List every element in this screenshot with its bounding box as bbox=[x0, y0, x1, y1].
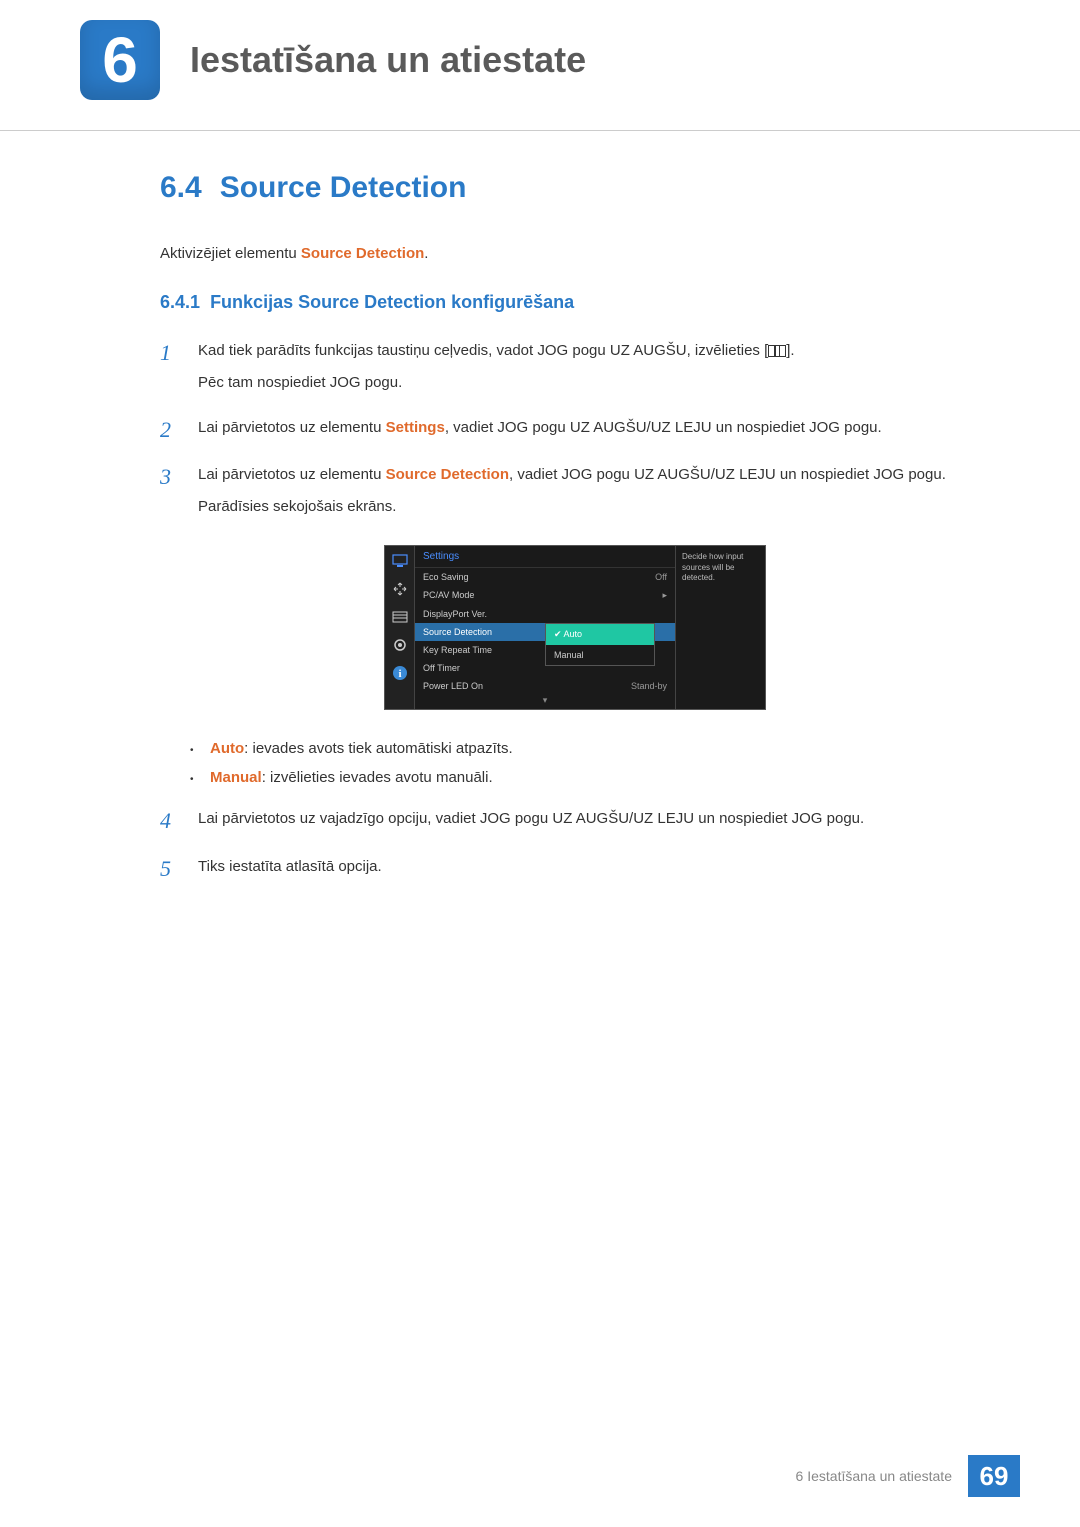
section-title: Source Detection bbox=[220, 171, 467, 204]
osd-label: Off Timer bbox=[423, 663, 460, 673]
osd-label: Key Repeat Time bbox=[423, 645, 492, 655]
osd-help-text: Decide how input sources will be detecte… bbox=[675, 546, 765, 709]
step-number: 4 bbox=[160, 802, 190, 839]
steps-list-cont: 4 Lai pārvietotos uz vajadzīgo opciju, v… bbox=[160, 806, 990, 887]
osd-sidebar: i bbox=[385, 546, 415, 709]
monitor-icon bbox=[391, 552, 409, 570]
step-1-text-b: ]. bbox=[786, 342, 794, 359]
intro-keyword: Source Detection bbox=[301, 245, 424, 262]
bullet-manual: Manual: izvēlieties ievades avotu manuāl… bbox=[190, 769, 990, 786]
osd-row-eco: Eco Saving Off bbox=[415, 568, 675, 586]
subsection-title: Funkcijas Source Detection konfigurēšana bbox=[210, 292, 574, 312]
step-4-text: Lai pārvietotos uz vajadzīgo opciju, vad… bbox=[198, 806, 864, 832]
step-number: 1 bbox=[160, 334, 190, 371]
step-number: 2 bbox=[160, 411, 190, 448]
page-content: 6.4 Source Detection Aktivizējiet element… bbox=[0, 171, 1080, 887]
step-4: 4 Lai pārvietotos uz vajadzīgo opciju, v… bbox=[160, 806, 990, 839]
step-1: 1 Kad tiek parādīts funkcijas taustiņu c… bbox=[160, 338, 990, 401]
osd-row-powerled: Power LED On Stand-by bbox=[415, 677, 675, 695]
menu-icon bbox=[768, 345, 786, 357]
chapter-title: Iestatīšana un atiestate bbox=[190, 39, 586, 81]
steps-list: 1 Kad tiek parādīts funkcijas taustiņu c… bbox=[160, 338, 990, 525]
section-number: 6.4 bbox=[160, 171, 202, 204]
step-3-text-b: , vadiet JOG pogu UZ AUGŠU/UZ LEJU un no… bbox=[509, 466, 946, 483]
osd-row-pcav: PC/AV Mode ▸ bbox=[415, 586, 675, 605]
step-3: 3 Lai pārvietotos uz elementu Source Det… bbox=[160, 462, 990, 525]
osd-main-panel: Settings Eco Saving Off PC/AV Mode ▸ Displ… bbox=[415, 546, 675, 709]
step-1-text-a: Kad tiek parādīts funkcijas taustiņu ceļ… bbox=[198, 342, 768, 359]
footer-page-number: 69 bbox=[968, 1455, 1020, 1497]
bullet-keyword: Auto bbox=[210, 740, 244, 757]
bullet-text: : izvēlieties ievades avotu manuāli. bbox=[262, 769, 493, 786]
step-3-keyword: Source Detection bbox=[386, 466, 509, 483]
resize-icon bbox=[391, 580, 409, 598]
step-2-text-b: , vadiet JOG pogu UZ AUGŠU/UZ LEJU un no… bbox=[445, 419, 882, 436]
osd-row-dp: DisplayPort Ver. bbox=[415, 605, 675, 623]
osd-label: Power LED On bbox=[423, 681, 483, 691]
osd-label: Eco Saving bbox=[423, 572, 469, 582]
osd-option-manual: Manual bbox=[546, 645, 654, 665]
intro-prefix: Aktivizējiet elementu bbox=[160, 245, 301, 262]
info-icon: i bbox=[391, 664, 409, 682]
osd-value: ▸ bbox=[662, 590, 667, 601]
osd-value: Off bbox=[655, 572, 667, 582]
osd-label: PC/AV Mode bbox=[423, 590, 474, 601]
svg-text:i: i bbox=[398, 668, 401, 680]
step-3-line2: Parādīsies sekojošais ekrāns. bbox=[198, 494, 946, 520]
footer-chapter-text: 6 Iestatīšana un atiestate bbox=[796, 1468, 952, 1484]
step-3-text-a: Lai pārvietotos uz elementu bbox=[198, 466, 386, 483]
osd-title: Settings bbox=[415, 546, 675, 568]
intro-suffix: . bbox=[424, 245, 428, 262]
list-icon bbox=[391, 608, 409, 626]
bullet-keyword: Manual bbox=[210, 769, 262, 786]
osd-popup: Auto Manual bbox=[545, 623, 655, 666]
step-5-text: Tiks iestatīta atlasītā opcija. bbox=[198, 854, 382, 880]
bullet-auto: Auto: ievades avots tiek automātiski atp… bbox=[190, 740, 990, 757]
subsection-heading: 6.4.1 Funkcijas Source Detection konfigu… bbox=[160, 292, 990, 313]
osd-label: Source Detection bbox=[423, 627, 492, 637]
osd-label: DisplayPort Ver. bbox=[423, 609, 487, 619]
osd-option-auto: Auto bbox=[546, 624, 654, 645]
step-2-text-a: Lai pārvietotos uz elementu bbox=[198, 419, 386, 436]
subsection-number: 6.4.1 bbox=[160, 292, 200, 312]
intro-text: Aktivizējiet elementu Source Detection. bbox=[160, 245, 990, 262]
step-2: 2 Lai pārvietotos uz elementu Settings, … bbox=[160, 415, 990, 448]
chapter-header: 6 Iestatīšana un atiestate bbox=[0, 0, 1080, 131]
step-number: 3 bbox=[160, 458, 190, 495]
chapter-number-badge: 6 bbox=[80, 20, 160, 100]
bullet-text: : ievades avots tiek automātiski atpazīt… bbox=[244, 740, 512, 757]
page-footer: 6 Iestatīšana un atiestate 69 bbox=[796, 1455, 1020, 1497]
step-number: 5 bbox=[160, 850, 190, 887]
option-bullets: Auto: ievades avots tiek automātiski atp… bbox=[190, 740, 990, 786]
osd-value: Stand-by bbox=[631, 681, 667, 691]
osd-row-source-detection: Source Detection Auto Manual bbox=[415, 623, 675, 641]
step-5: 5 Tiks iestatīta atlasītā opcija. bbox=[160, 854, 990, 887]
osd-screenshot: i Settings Eco Saving Off PC/AV Mode ▸ Dis… bbox=[160, 545, 990, 710]
step-1-line2: Pēc tam nospiediet JOG pogu. bbox=[198, 370, 795, 396]
gear-icon bbox=[391, 636, 409, 654]
osd-down-arrow-icon: ▾ bbox=[415, 695, 675, 709]
step-2-keyword: Settings bbox=[386, 419, 445, 436]
section-heading: 6.4 Source Detection bbox=[160, 171, 990, 205]
